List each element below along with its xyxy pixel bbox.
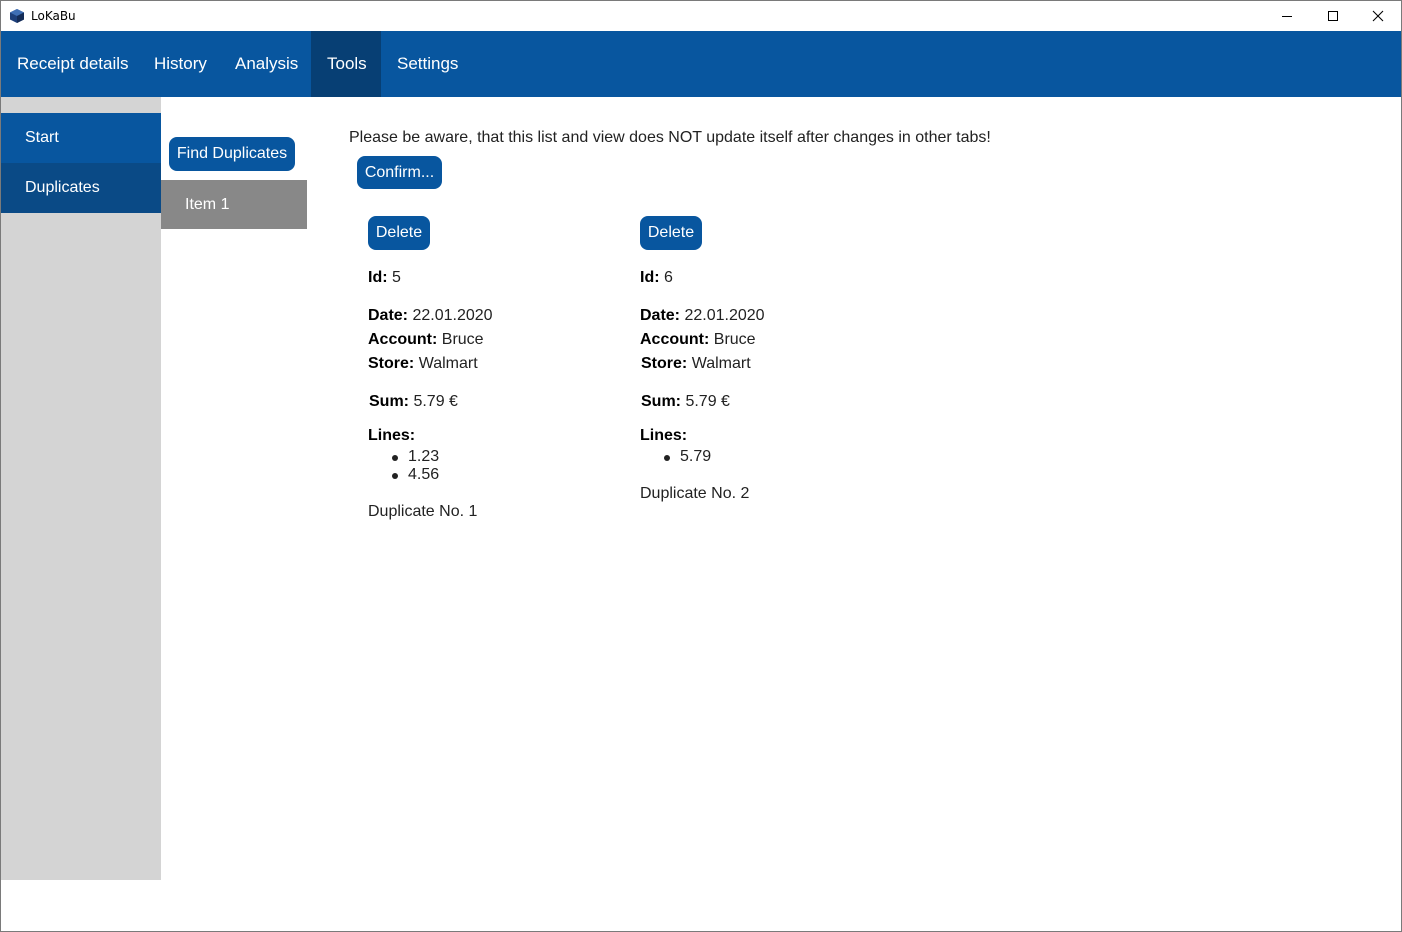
- main-nav: Receipt details History Analysis Tools S…: [1, 31, 1401, 97]
- receipt-line: 5.79: [680, 448, 712, 465]
- confirm-button[interactable]: Confirm...: [357, 156, 442, 189]
- receipt-id: Id: 6: [640, 269, 673, 286]
- delete-button[interactable]: Delete: [640, 216, 702, 250]
- duplicate-list-item[interactable]: Item 1: [161, 180, 307, 229]
- receipt-store: Store: Walmart: [368, 355, 478, 372]
- duplicate-number: Duplicate No. 2: [640, 485, 750, 502]
- receipt-line: 1.23: [408, 448, 440, 465]
- tab-analysis[interactable]: Analysis: [219, 31, 314, 97]
- close-icon: [1372, 10, 1384, 22]
- duplicate-number: Duplicate No. 1: [368, 503, 478, 520]
- sidebar-item-duplicates[interactable]: Duplicates: [1, 163, 161, 213]
- receipt-sum: Sum: 5.79 €: [369, 393, 458, 410]
- receipt-store: Store: Walmart: [641, 355, 751, 372]
- delete-button[interactable]: Delete: [368, 216, 430, 250]
- receipt-lines-label: Lines:: [368, 427, 416, 444]
- tab-tools[interactable]: Tools: [311, 31, 381, 97]
- tools-sidebar: Start Duplicates: [1, 97, 161, 880]
- title-bar[interactable]: LoKaBu: [1, 1, 1401, 31]
- receipt-account: Account: Bruce: [368, 331, 484, 348]
- receipt-account: Account: Bruce: [640, 331, 756, 348]
- maximize-icon: [1328, 11, 1338, 21]
- list-bullet: [392, 473, 398, 479]
- maximize-button[interactable]: [1310, 1, 1356, 31]
- update-notice: Please be aware, that this list and view…: [349, 129, 991, 146]
- minimize-button[interactable]: [1264, 1, 1310, 31]
- tab-history[interactable]: History: [138, 31, 223, 97]
- receipt-date: Date: 22.01.2020: [368, 307, 493, 324]
- window-title: LoKaBu: [31, 9, 76, 23]
- minimize-icon: [1282, 16, 1292, 17]
- find-duplicates-button[interactable]: Find Duplicates: [169, 137, 295, 171]
- receipt-line: 4.56: [408, 466, 440, 483]
- receipt-sum: Sum: 5.79 €: [641, 393, 730, 410]
- sidebar-item-start[interactable]: Start: [1, 113, 161, 163]
- list-bullet: [392, 455, 398, 461]
- close-button[interactable]: [1355, 1, 1401, 31]
- app-logo-icon: [9, 8, 25, 24]
- receipt-lines-label: Lines:: [640, 427, 688, 444]
- list-bullet: [664, 455, 670, 461]
- receipt-date: Date: 22.01.2020: [640, 307, 765, 324]
- tab-settings[interactable]: Settings: [381, 31, 474, 97]
- tab-receipt-details[interactable]: Receipt details: [1, 31, 145, 97]
- receipt-id: Id: 5: [368, 269, 401, 286]
- app-window: LoKaBu Receipt details History Analysis …: [0, 0, 1402, 932]
